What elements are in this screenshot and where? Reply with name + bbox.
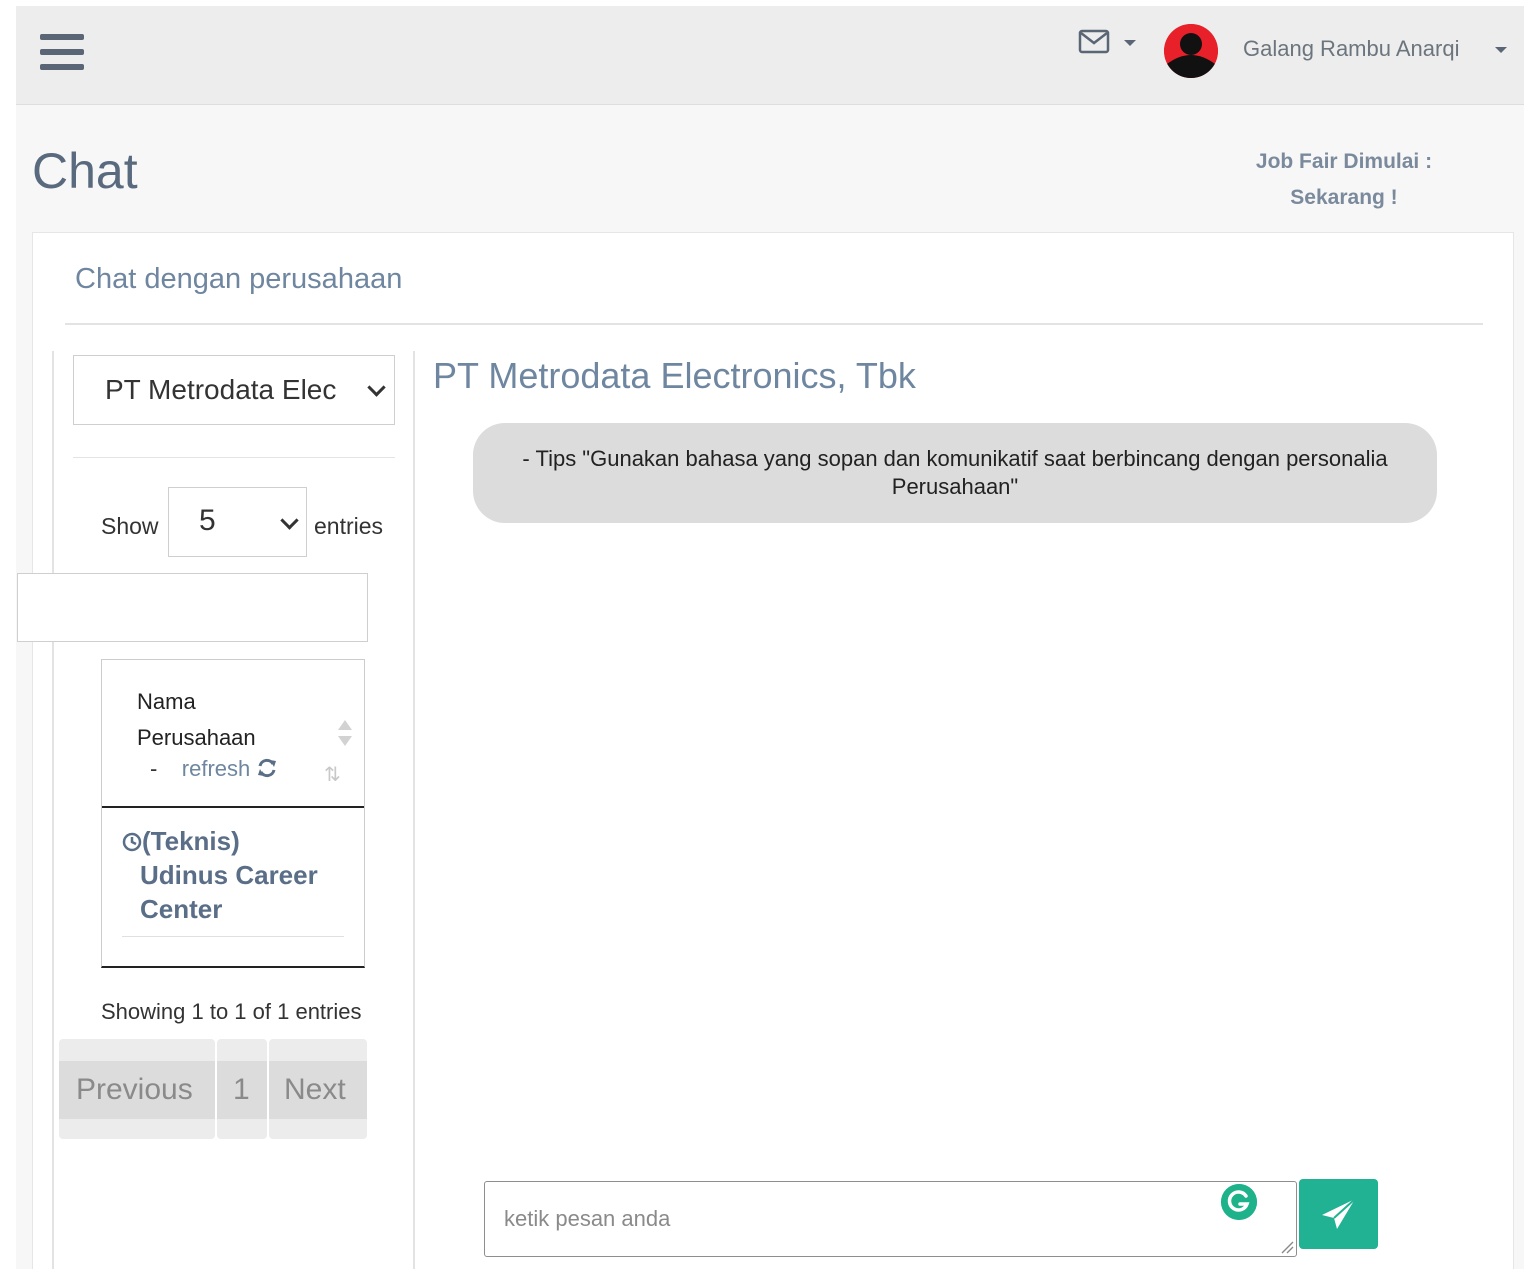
menu-toggle-icon[interactable] [40, 34, 84, 72]
job-fair-label: Job Fair Dimulai : [1255, 150, 1433, 173]
divider [413, 351, 415, 1269]
avatar[interactable] [1164, 24, 1218, 78]
entries-label: entries [314, 513, 384, 539]
resize-handle-icon[interactable] [1280, 1240, 1294, 1254]
top-navbar: Galang Rambu Anarqi [16, 6, 1524, 105]
card-title: Chat dengan perusahaan [75, 263, 403, 295]
message-placeholder: ketik pesan anda [504, 1206, 671, 1231]
refresh-dash: - [150, 756, 158, 781]
username-label: Galang Rambu Anarqi [1243, 36, 1460, 61]
divider [73, 457, 395, 458]
company-name: Udinus Career Center [140, 860, 318, 924]
chevron-down-icon [280, 511, 299, 530]
page-1-label: 1 [233, 1073, 250, 1106]
page-1-button[interactable]: 1 [217, 1039, 267, 1139]
chat-card: Chat dengan perusahaan PT Metrodata Elec… [17, 232, 1514, 1269]
user-menu[interactable]: Galang Rambu Anarqi [1243, 36, 1459, 62]
grammarly-icon[interactable] [1221, 1184, 1257, 1220]
company-table: Nama Perusahaan - refresh ⇅ (Teknis) Udi… [101, 659, 365, 968]
table-info: Showing 1 to 1 of 1 entries [101, 999, 362, 1024]
company-prefix: (Teknis) [142, 826, 240, 856]
refresh-link[interactable]: - refresh [150, 756, 278, 782]
column-header-nama-perusahaan: Nama Perusahaan [137, 689, 256, 750]
divider [65, 323, 1483, 325]
search-input[interactable] [17, 573, 368, 642]
sort-arrows-icon: ⇅ [324, 764, 341, 786]
company-name-link: (Teknis) Udinus Career Center [122, 824, 344, 926]
message-textarea[interactable]: ketik pesan anda [484, 1181, 1297, 1257]
paper-plane-icon [1322, 1198, 1356, 1229]
chat-company-title: PT Metrodata Electronics, Tbk [433, 355, 916, 396]
next-label: Next [284, 1073, 346, 1106]
chevron-down-icon [367, 378, 386, 397]
pagination: Previous 1 Next [59, 1039, 367, 1141]
show-label: Show [101, 513, 159, 539]
messages-dropdown[interactable] [1078, 28, 1138, 58]
app-window: Galang Rambu Anarqi Chat Job Fair Dimula… [16, 6, 1524, 1269]
next-button[interactable]: Next [269, 1039, 367, 1139]
company-select[interactable]: PT Metrodata Elec [73, 355, 395, 425]
caret-down-icon [1124, 40, 1136, 46]
company-select-value: PT Metrodata Elec [105, 374, 337, 405]
entries-per-page-select[interactable]: 5 [168, 487, 307, 557]
user-caret-down-icon[interactable] [1495, 47, 1507, 53]
divider [122, 936, 344, 937]
table-header[interactable]: Nama Perusahaan - refresh ⇅ [102, 660, 364, 808]
table-row[interactable]: (Teknis) Udinus Career Center [122, 824, 344, 937]
tips-message-bubble: - Tips "Gunakan bahasa yang sopan dan ko… [473, 423, 1437, 523]
refresh-icon [258, 758, 277, 778]
tips-text: - Tips "Gunakan bahasa yang sopan dan ko… [522, 446, 1388, 499]
page-title: Chat [32, 143, 138, 199]
send-button[interactable] [1299, 1179, 1378, 1249]
sort-icon[interactable] [338, 720, 352, 746]
job-fair-status: Job Fair Dimulai : Sekarang ! [1212, 144, 1476, 216]
envelope-icon [1078, 29, 1110, 54]
previous-button[interactable]: Previous [59, 1039, 215, 1139]
refresh-label: refresh [181, 756, 251, 781]
previous-label: Previous [76, 1073, 193, 1106]
job-fair-value: Sekarang ! [1290, 186, 1398, 209]
entries-select-value: 5 [199, 504, 216, 537]
divider [52, 351, 54, 1269]
clock-icon [122, 832, 142, 852]
